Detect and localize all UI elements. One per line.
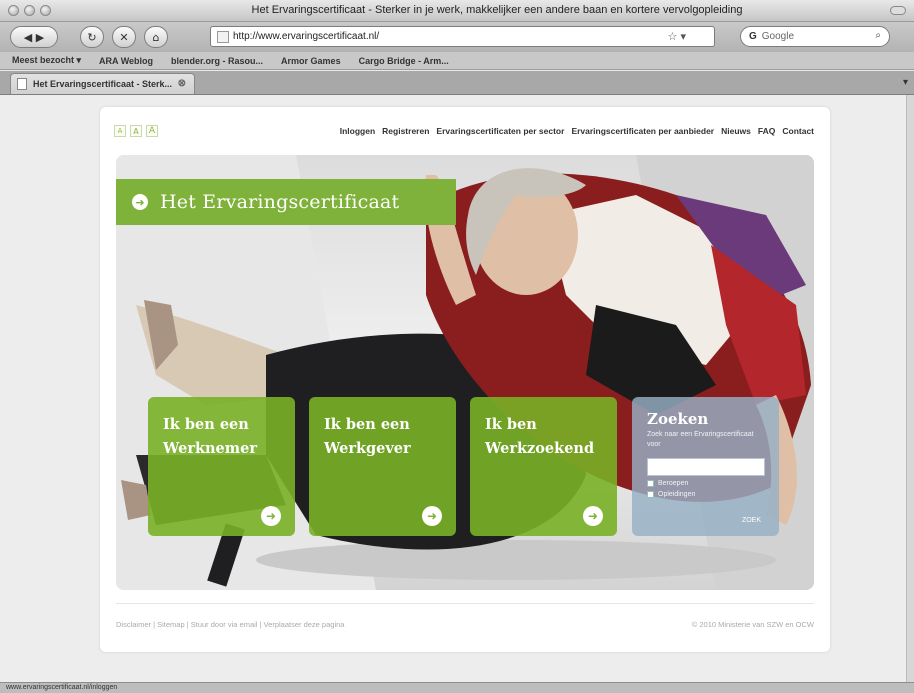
bookmarks-bar: Meest bezocht ▾ ARA Weblog blender.org -…: [0, 52, 914, 70]
footer-divider: [116, 603, 814, 604]
hero-section: ➜ Het Ervaringscertificaat Ik ben een We…: [116, 155, 814, 590]
checkbox-box[interactable]: [647, 491, 654, 498]
scrollbar[interactable]: [906, 95, 914, 682]
bookmark-item[interactable]: Armor Games: [281, 56, 341, 66]
tab-list-icon[interactable]: ▾: [903, 77, 908, 88]
address-bar[interactable]: http://www.ervaringscertificaat.nl/ ☆ ▾: [210, 26, 715, 47]
checkbox-opleidingen[interactable]: Opleidingen: [647, 491, 764, 498]
search-panel: Zoeken Zoek naar een Ervaringscertificaa…: [632, 397, 779, 536]
hero-title: Het Ervaringscertificaat: [160, 191, 400, 213]
arrow-right-icon[interactable]: ➜: [422, 506, 442, 526]
bookmark-item[interactable]: ARA Weblog: [99, 56, 153, 66]
bookmark-item[interactable]: Meest bezocht ▾: [12, 55, 81, 66]
font-size-small-button[interactable]: A: [114, 125, 126, 137]
tab-bar: Het Ervaringscertificaat - Sterk... ⊗ ▾: [0, 71, 914, 95]
tab-active[interactable]: Het Ervaringscertificaat - Sterk... ⊗: [10, 73, 195, 94]
home-button[interactable]: ⌂: [144, 26, 168, 48]
tile-label-line2: Werkgever: [324, 440, 411, 457]
tile-label-line1: Ik ben: [485, 416, 537, 433]
page-viewport: A A A Inloggen Registreren Ervaringscert…: [0, 95, 914, 682]
title-bar: Het Ervaringscertificaat - Sterker in je…: [0, 0, 914, 22]
checkbox-box[interactable]: [647, 480, 654, 487]
nav-link-nieuws[interactable]: Nieuws: [721, 126, 751, 136]
back-icon[interactable]: ◀: [24, 31, 32, 44]
navigation-toolbar: ◀ ▶ ↻ ✕ ⌂ http://www.ervaringscertificaa…: [0, 22, 914, 52]
close-tab-icon[interactable]: ⊗: [178, 78, 186, 89]
close-window-button[interactable]: [8, 5, 19, 16]
footer-copyright: © 2010 Ministerie van SZW en OCW: [691, 620, 814, 629]
reload-icon: ↻: [87, 30, 97, 44]
forward-icon[interactable]: ▶: [36, 31, 44, 44]
bookmark-star-icon[interactable]: ☆ ▾: [668, 30, 686, 43]
reload-button[interactable]: ↻: [80, 26, 104, 48]
site-navigation: Inloggen Registreren Ervaringscertificat…: [340, 126, 814, 136]
font-size-large-button[interactable]: A: [146, 125, 158, 137]
nav-link-contact[interactable]: Contact: [782, 126, 814, 136]
stop-icon: ✕: [119, 30, 129, 44]
tile-werknemer[interactable]: Ik ben een Werknemer ➜: [148, 397, 295, 536]
search-submit-button[interactable]: ZOEK: [742, 517, 761, 524]
tile-label-line1: Ik ben een: [324, 416, 410, 433]
checkbox-beroepen[interactable]: Beroepen: [647, 480, 764, 487]
arrow-right-icon: ➜: [132, 194, 148, 210]
bookmark-item[interactable]: Cargo Bridge - Arm...: [359, 56, 449, 66]
hero-banner[interactable]: ➜ Het Ervaringscertificaat: [116, 179, 456, 225]
tab-label: Het Ervaringscertificaat - Sterk...: [33, 79, 173, 89]
tile-werkgever[interactable]: Ik ben een Werkgever ➜: [309, 397, 456, 536]
bookmark-item[interactable]: blender.org - Rasou...: [171, 56, 263, 66]
tile-label-line2: Werkzoekend: [485, 440, 595, 457]
checkbox-label: Beroepen: [658, 480, 689, 487]
tile-label-line2: Werknemer: [163, 440, 257, 457]
document-icon: [17, 78, 27, 90]
page-icon: [217, 30, 229, 43]
browser-window: Het Ervaringscertificaat - Sterker in je…: [0, 0, 914, 693]
nav-link-registreren[interactable]: Registreren: [382, 126, 429, 136]
search-hint: Zoek naar een Ervaringscertificaat voor: [647, 431, 754, 448]
stop-button[interactable]: ✕: [112, 26, 136, 48]
tile-werkzoekend[interactable]: Ik ben Werkzoekend ➜: [470, 397, 617, 536]
checkbox-label: Opleidingen: [658, 491, 696, 498]
search-icon[interactable]: ⌕: [875, 30, 881, 41]
search-placeholder: Google: [761, 31, 795, 42]
search-box[interactable]: G Google ⌕: [740, 26, 890, 47]
arrow-right-icon[interactable]: ➜: [583, 506, 603, 526]
nav-link-faq[interactable]: FAQ: [758, 126, 775, 136]
window-title: Het Ervaringscertificaat - Sterker in je…: [251, 4, 743, 16]
arrow-right-icon[interactable]: ➜: [261, 506, 281, 526]
font-size-medium-button[interactable]: A: [130, 125, 142, 137]
font-size-controls: A A A: [114, 125, 158, 137]
status-bar: www.ervaringscertificaat.nl/inloggen: [0, 682, 914, 693]
nav-link-per-sector[interactable]: Ervaringscertificaten per sector: [436, 126, 564, 136]
site-page: A A A Inloggen Registreren Ervaringscert…: [100, 107, 830, 652]
zoom-window-button[interactable]: [40, 5, 51, 16]
nav-link-inloggen[interactable]: Inloggen: [340, 126, 375, 136]
search-engine-icon[interactable]: G: [749, 31, 757, 42]
footer-links[interactable]: Disclaimer | Sitemap | Stuur door via em…: [116, 620, 344, 629]
nav-link-per-aanbieder[interactable]: Ervaringscertificaten per aanbieder: [571, 126, 714, 136]
window-controls: [8, 5, 51, 16]
toolbar-toggle-button[interactable]: [890, 6, 906, 15]
back-forward-buttons[interactable]: ◀ ▶: [10, 26, 58, 48]
tile-label-line1: Ik ben een: [163, 416, 249, 433]
url-text[interactable]: http://www.ervaringscertificaat.nl/: [233, 31, 379, 42]
search-heading: Zoeken: [647, 410, 709, 428]
home-icon: ⌂: [152, 30, 160, 44]
minimize-window-button[interactable]: [24, 5, 35, 16]
search-input[interactable]: [647, 458, 765, 476]
